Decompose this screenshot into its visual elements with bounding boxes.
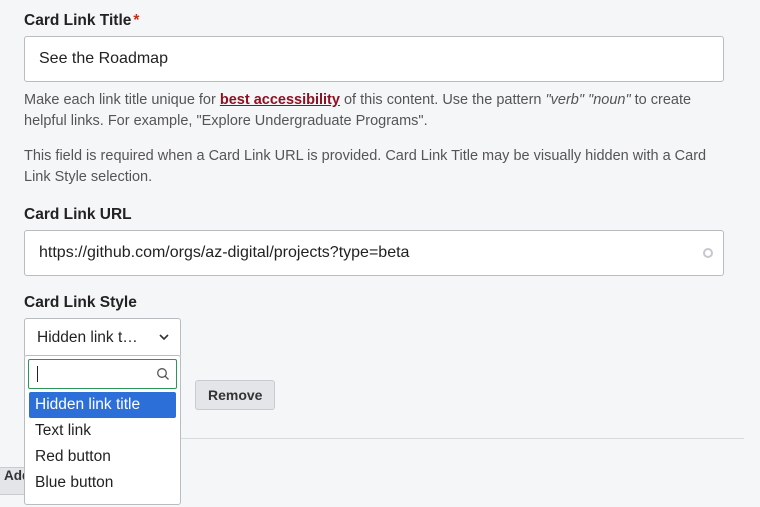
card-link-style-dropdown: Hidden link title Text link Red button B… [24,355,181,505]
input-value: See the Roadmap [39,50,168,68]
required-asterisk: * [133,12,139,29]
option-hidden-link-title[interactable]: Hidden link title [29,392,176,418]
label-text: Card Link Title [24,12,131,29]
dropdown-search-input[interactable] [28,359,177,389]
card-link-title-label: Card Link Title* [24,12,744,30]
card-link-title-input[interactable]: See the Roadmap [24,36,724,82]
option-blue-button[interactable]: Blue button [25,470,180,496]
search-icon [156,367,170,381]
card-link-url-input[interactable]: https://github.com/orgs/az-digital/proje… [24,230,724,276]
best-accessibility-link[interactable]: best accessibility [220,92,340,108]
text-caret [37,366,38,382]
select-display: Hidden link t… [37,329,138,347]
title-help-text-2: This field is required when a Card Link … [24,146,730,188]
option-text-link[interactable]: Text link [25,418,180,444]
card-link-style-label: Card Link Style [24,294,744,312]
url-status-icon [703,248,713,258]
chevron-down-icon [158,330,170,346]
remove-button[interactable]: Remove [195,380,275,410]
option-red-button[interactable]: Red button [25,444,180,470]
input-value: https://github.com/orgs/az-digital/proje… [39,244,409,262]
card-link-style-select[interactable]: Hidden link t… [24,318,181,358]
card-link-url-label: Card Link URL [24,206,744,224]
title-help-text-1: Make each link title unique for best acc… [24,90,730,132]
